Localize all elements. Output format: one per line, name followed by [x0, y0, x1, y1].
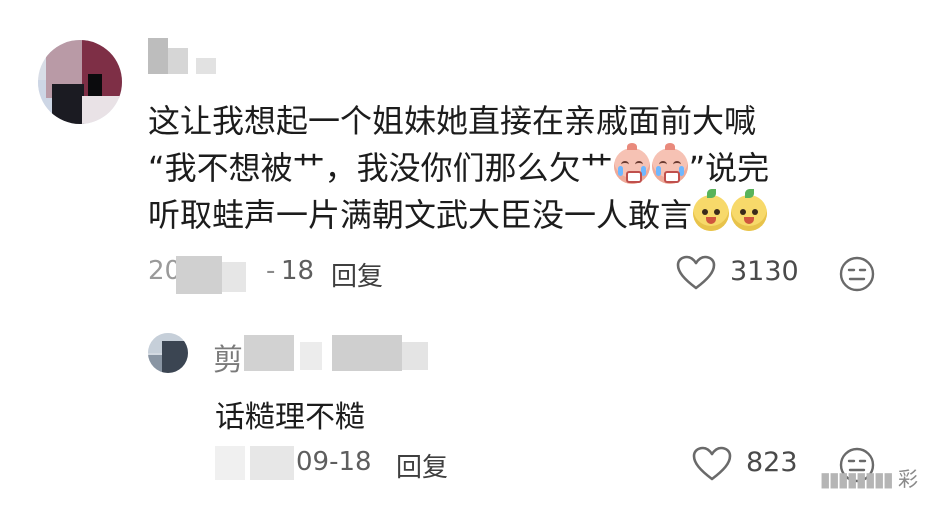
comment-line-1: 这让我想起一个姐妹她直接在亲戚面前大喊: [148, 102, 757, 140]
dog-emoji-icon: [693, 189, 730, 231]
dog-emoji-icon: [731, 189, 768, 231]
reply-reply-button[interactable]: 回复: [396, 447, 448, 484]
comment-line-3: 听取蛙声一片满朝文武大臣没一人敢言: [148, 189, 908, 239]
comment-line-2: “我不想被艹，我没你们那么欠艹 ”说完: [148, 143, 908, 192]
comment-like-count: 3130: [730, 256, 799, 287]
dislike-face-icon[interactable]: [838, 255, 876, 293]
watermark-bars-icon: ▮▮▮▮▮▮▮▮: [819, 467, 894, 491]
crying-face-emoji-icon: [651, 143, 688, 184]
replier-avatar[interactable]: [148, 333, 188, 373]
reply-text: 话糙理不糙: [215, 400, 365, 435]
comment-text: 这让我想起一个姐妹她直接在亲戚面前大喊 “我不想被艹，我没你们那么欠艹 ”说完 听…: [148, 98, 908, 239]
commenter-avatar[interactable]: [38, 40, 122, 124]
watermark: ▮▮▮▮▮▮▮▮ 彩: [819, 467, 918, 491]
crying-face-emoji-icon: [613, 143, 650, 184]
comment-reply-button[interactable]: 回复: [331, 256, 383, 293]
reply-like-count: 823: [746, 447, 798, 478]
reply-like-heart-icon[interactable]: [692, 446, 732, 482]
like-heart-icon[interactable]: [676, 255, 716, 291]
